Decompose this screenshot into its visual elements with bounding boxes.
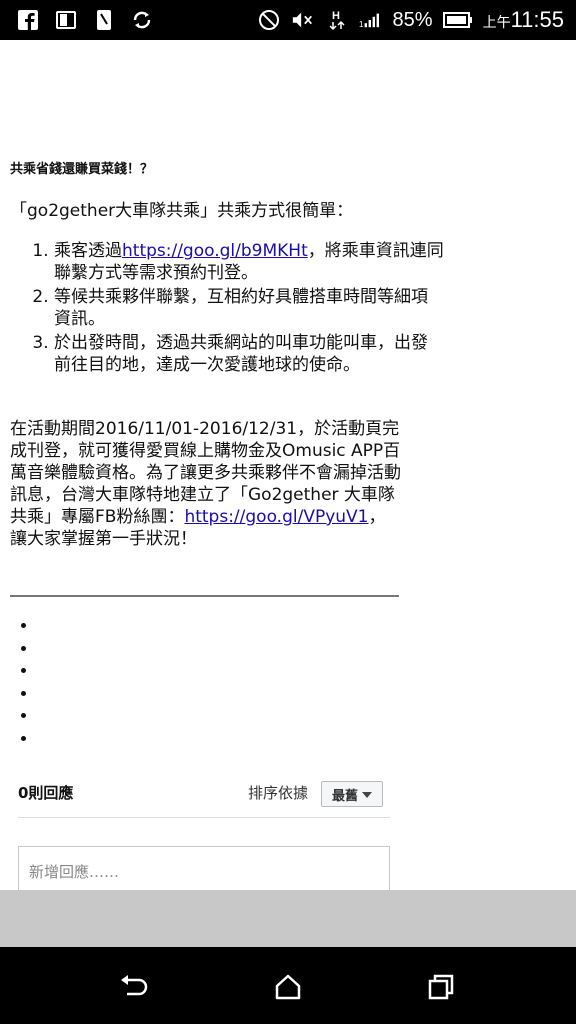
list-item: 於出發時間，透過共乘網站的叫車功能叫車，出發前往目的地，達成一次愛護地球的使命。 — [54, 332, 444, 376]
sort-label: 排序依據 — [248, 784, 309, 802]
phone-icon — [92, 8, 116, 32]
steps-list: 乘客透過https://goo.gl/b9MKHt，將乘車資訊連同聯繫方式等需求… — [18, 240, 444, 378]
list-item: 乘客透過https://goo.gl/b9MKHt，將乘車資訊連同聯繫方式等需求… — [54, 240, 444, 284]
navigation-bar — [0, 947, 576, 1024]
list-item — [38, 728, 138, 751]
web-content: 共乘省錢還賺買菜錢！？ 「go2gether大車隊共乘」共乘方式很簡單： 乘客透… — [0, 40, 576, 890]
comment-count: 0則回應 — [18, 784, 74, 802]
event-paragraph: 在活動期間2016/11/01-2016/12/31，於活動頁完成刊登，就可獲得… — [10, 419, 401, 549]
mute-icon — [291, 8, 315, 32]
caret-down-icon — [362, 787, 372, 802]
clock: 上午11:55 — [482, 7, 564, 32]
status-bar: H 1 85% 上午11:55 — [0, 0, 576, 40]
battery-percent: 85% — [392, 8, 433, 31]
intro-text: 「go2gether大車隊共乘」共乘方式很簡單： — [10, 201, 354, 221]
back-icon[interactable] — [118, 971, 150, 1003]
booking-link[interactable]: https://goo.gl/b9MKHt — [122, 241, 308, 261]
list-item — [38, 705, 138, 728]
keyboard-area — [0, 890, 576, 947]
list-item — [38, 660, 138, 683]
fb-page-link[interactable]: https://goo.gl/VPyuV1 — [184, 507, 368, 527]
sort-dropdown[interactable]: 最舊 — [321, 781, 383, 807]
battery-icon — [442, 8, 473, 32]
list-item — [38, 638, 138, 661]
list-item — [38, 615, 138, 638]
signal-icon: 1 — [359, 8, 383, 32]
comments-divider — [18, 817, 390, 818]
list-item: 等候共乘夥伴聯繫，互相約好具體搭車時間等細項資訊。 — [54, 286, 444, 330]
do-not-disturb-icon — [257, 8, 281, 32]
empty-bullet-list — [18, 615, 138, 751]
sort-value: 最舊 — [331, 788, 358, 804]
list-item — [38, 683, 138, 706]
tablet-icon — [54, 8, 78, 32]
home-icon[interactable] — [272, 971, 304, 1003]
data-h-icon: H — [325, 8, 349, 32]
comment-input[interactable]: 新增回應…… — [18, 846, 390, 890]
svg-text:H: H — [332, 10, 340, 22]
facebook-icon — [16, 8, 40, 32]
sync-icon — [130, 8, 154, 32]
svg-text:1: 1 — [359, 20, 364, 29]
comments-header: 0則回應 排序依據 最舊 — [18, 778, 388, 814]
recent-apps-icon[interactable] — [425, 971, 457, 1003]
divider — [10, 595, 399, 597]
article-title: 共乘省錢還賺買菜錢！？ — [10, 162, 154, 177]
